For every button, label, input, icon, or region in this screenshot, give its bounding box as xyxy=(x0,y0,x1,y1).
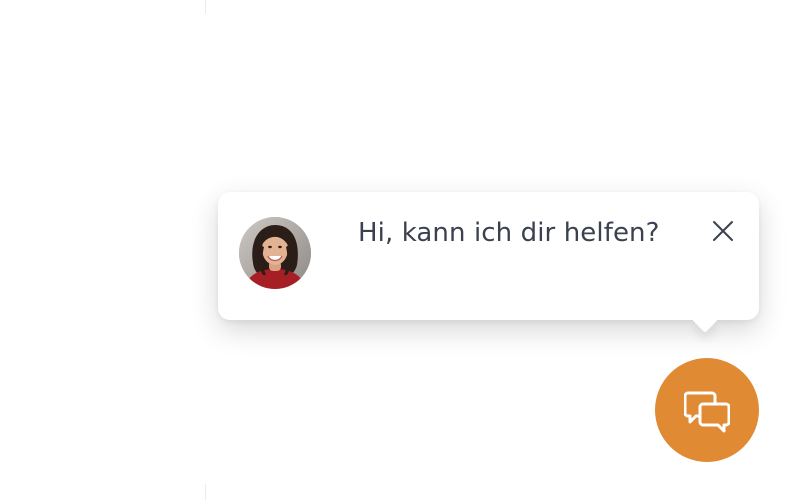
page: Hi, kann ich dir helfen? xyxy=(0,0,800,500)
chat-launcher-button[interactable] xyxy=(655,358,759,462)
greeting-text: Hi, kann ich dir helfen? xyxy=(358,218,660,248)
chat-bubbles-icon xyxy=(684,391,730,433)
divider xyxy=(205,0,206,500)
close-icon[interactable] xyxy=(710,218,736,244)
agent-avatar xyxy=(239,217,311,289)
chat-greeting-popup[interactable]: Hi, kann ich dir helfen? xyxy=(218,192,759,333)
